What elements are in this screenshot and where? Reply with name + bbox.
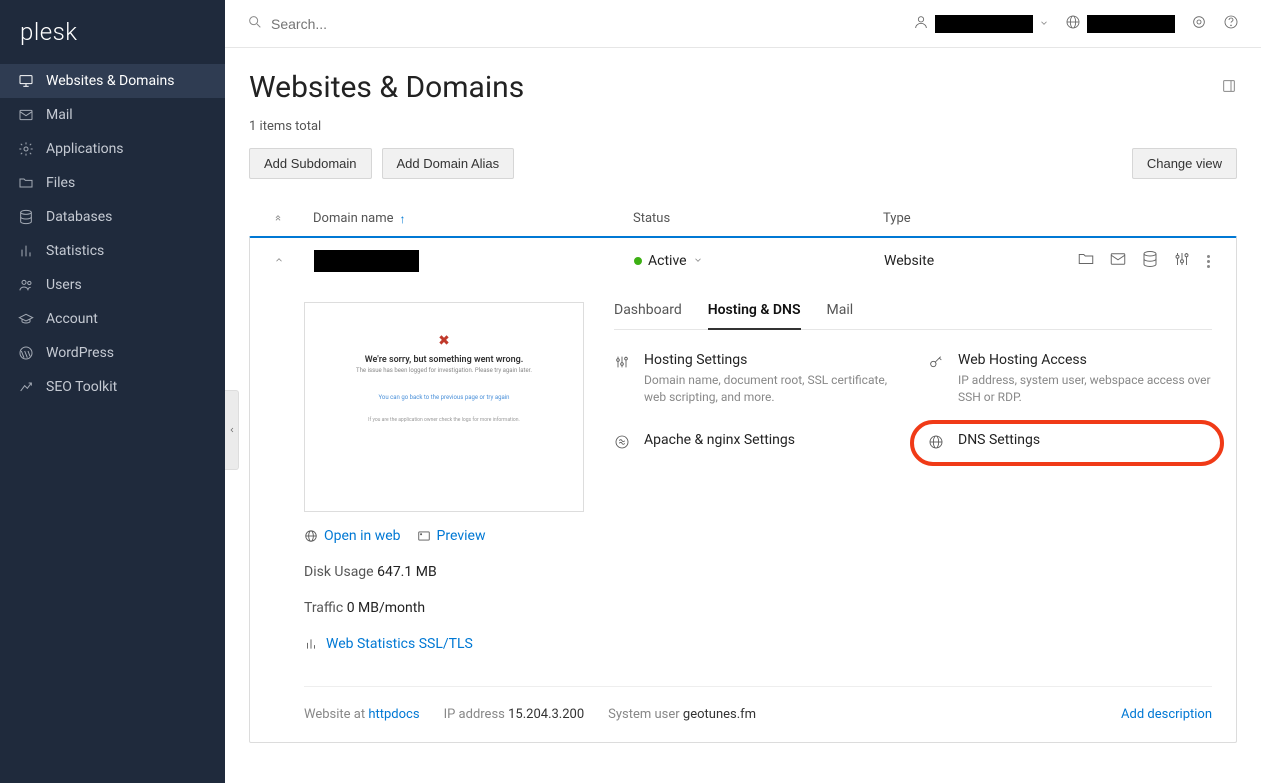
search-icon [247, 14, 263, 34]
sidebar-item-wordpress[interactable]: WordPress [0, 336, 225, 370]
sidebar-item-files[interactable]: Files [0, 166, 225, 200]
sidebar-collapse-handle[interactable] [225, 390, 239, 470]
globe-icon [928, 432, 946, 454]
mail-icon[interactable] [1109, 250, 1127, 272]
sidebar-item-label: Mail [46, 107, 73, 123]
site-preview[interactable]: ✖ We're sorry, but something went wrong.… [304, 302, 584, 512]
sidebar-item-statistics[interactable]: Statistics [0, 234, 225, 268]
folder-icon [18, 175, 34, 191]
add-description-link[interactable]: Add description [1121, 707, 1212, 722]
subscription-redacted [1087, 15, 1175, 33]
tool-apache-nginx[interactable]: Apache & nginx Settings [614, 432, 898, 454]
sidebar-item-label: Account [46, 311, 98, 327]
collapse-all-icon[interactable] [273, 211, 283, 226]
status-dot-icon [634, 257, 642, 265]
column-status[interactable]: Status [633, 211, 883, 226]
domain-status[interactable]: Active [634, 253, 884, 269]
sliders-icon [614, 352, 632, 406]
add-domain-alias-button[interactable]: Add Domain Alias [382, 148, 515, 179]
sidebar-item-databases[interactable]: Databases [0, 200, 225, 234]
chart-icon [18, 379, 34, 395]
kebab-menu[interactable] [1205, 253, 1212, 270]
topbar [225, 0, 1261, 48]
logo: plesk [0, 0, 225, 64]
tool-hosting-settings[interactable]: Hosting Settings Domain name, document r… [614, 352, 898, 406]
domain-footer: Website at httpdocs IP address 15.204.3.… [304, 686, 1212, 722]
gear-icon [18, 141, 34, 157]
sidebar-item-users[interactable]: Users [0, 268, 225, 302]
tool-web-hosting-access[interactable]: Web Hosting Access IP address, system us… [928, 352, 1212, 406]
bell-icon[interactable] [1191, 14, 1207, 34]
sidebar-nav: Websites & Domains Mail Applications Fil… [0, 64, 225, 404]
sidebar-item-label: Files [46, 175, 75, 191]
sidebar-item-label: Statistics [46, 243, 104, 259]
sidebar-item-account[interactable]: Account [0, 302, 225, 336]
disk-usage: Disk Usage 647.1 MB [304, 564, 584, 580]
sidebar-item-label: SEO Toolkit [46, 379, 117, 395]
chevron-down-icon [693, 253, 703, 269]
search-input[interactable] [271, 16, 471, 32]
sidebar: plesk Websites & Domains Mail Applicatio… [0, 0, 225, 783]
bars-icon [18, 243, 34, 259]
user-icon [913, 14, 929, 34]
users-icon [18, 277, 34, 293]
sort-asc-icon: ↑ [400, 212, 406, 226]
database-icon [18, 209, 34, 225]
sidebar-item-label: WordPress [46, 345, 114, 361]
tab-dashboard[interactable]: Dashboard [614, 302, 682, 329]
traffic: Traffic 0 MB/month [304, 600, 584, 616]
column-type[interactable]: Type [883, 211, 1213, 226]
open-in-web-link[interactable]: Open in web [304, 528, 401, 544]
files-icon[interactable] [1077, 250, 1095, 272]
globe-icon [1065, 14, 1081, 34]
chevron-down-icon [1039, 16, 1049, 32]
sidebar-item-label: Websites & Domains [46, 73, 174, 89]
settings-icon[interactable] [1173, 250, 1191, 272]
tool-dns-settings[interactable]: DNS Settings [928, 432, 1212, 454]
add-subdomain-button[interactable]: Add Subdomain [249, 148, 372, 179]
table-header: Domain name ↑ Status Type [249, 201, 1237, 236]
key-icon [928, 352, 946, 406]
change-view-button[interactable]: Change view [1132, 148, 1237, 179]
hat-icon [18, 311, 34, 327]
panel-toggle-icon[interactable] [1221, 78, 1237, 98]
collapse-icon[interactable] [274, 253, 284, 269]
domain-type: Website [884, 253, 1077, 269]
web-statistics-link[interactable]: Web Statistics SSL/TLS [304, 636, 584, 652]
database-icon[interactable] [1141, 250, 1159, 272]
sidebar-item-websites[interactable]: Websites & Domains [0, 64, 225, 98]
monitor-icon [18, 73, 34, 89]
server-icon [614, 432, 632, 454]
website-at-link[interactable]: httpdocs [368, 707, 419, 722]
search-wrap [247, 14, 899, 34]
wordpress-icon [18, 345, 34, 361]
help-icon[interactable] [1223, 14, 1239, 34]
column-domain[interactable]: Domain name ↑ [313, 211, 633, 226]
sidebar-item-mail[interactable]: Mail [0, 98, 225, 132]
sidebar-item-label: Applications [46, 141, 124, 157]
tab-hosting-dns[interactable]: Hosting & DNS [708, 302, 801, 330]
user-name-redacted [935, 15, 1033, 33]
domain-card: Active Website [249, 236, 1237, 743]
items-total: 1 items total [249, 119, 1237, 134]
subscription-menu[interactable] [1065, 14, 1175, 34]
tab-mail[interactable]: Mail [827, 302, 854, 329]
page-title: Websites & Domains [249, 70, 524, 105]
sidebar-item-seo[interactable]: SEO Toolkit [0, 370, 225, 404]
domain-name-redacted[interactable] [314, 250, 419, 272]
domain-header: Active Website [250, 238, 1236, 284]
user-menu[interactable] [913, 14, 1049, 34]
preview-link[interactable]: Preview [417, 528, 486, 544]
domain-tabs: Dashboard Hosting & DNS Mail [614, 302, 1212, 330]
sidebar-item-applications[interactable]: Applications [0, 132, 225, 166]
sidebar-item-label: Users [46, 277, 82, 293]
mail-icon [18, 107, 34, 123]
sidebar-item-label: Databases [46, 209, 112, 225]
error-x-icon: ✖ [438, 333, 450, 349]
